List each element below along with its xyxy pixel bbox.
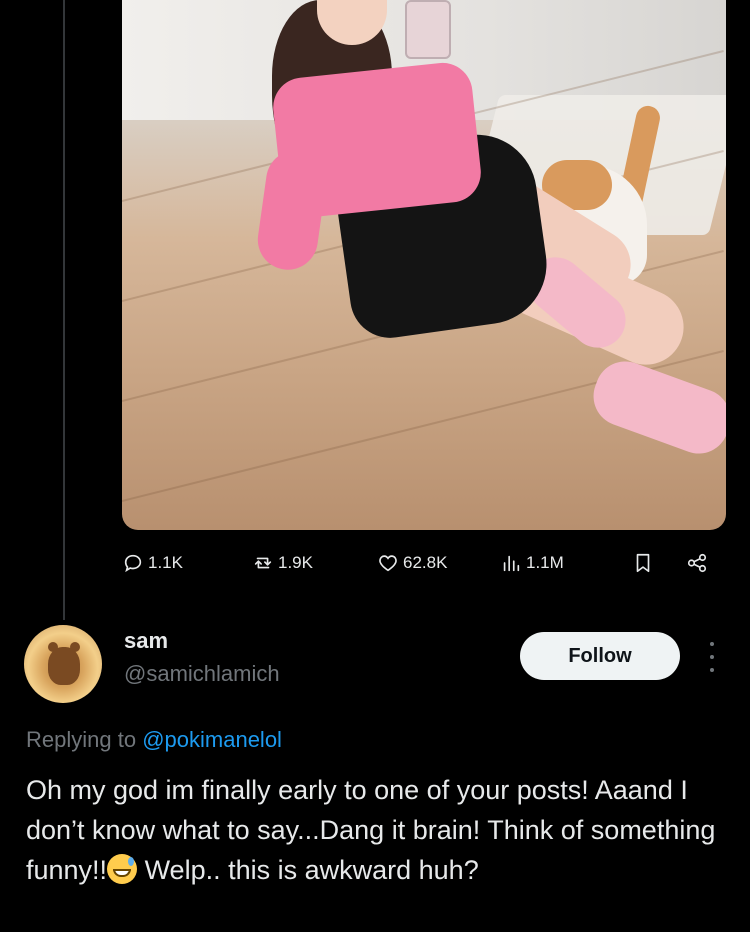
repost-icon [254, 557, 272, 569]
heart-icon [379, 555, 397, 572]
more-vertical-icon [710, 655, 714, 659]
comment-icon [124, 554, 142, 573]
like-button[interactable]: 62.8K [377, 552, 447, 574]
reply-text: Oh my god im finally early to one of you… [26, 770, 726, 890]
avatar[interactable] [24, 625, 102, 703]
replying-to-prefix: Replying to [26, 727, 137, 752]
analytics-icon [503, 555, 520, 572]
share-button[interactable] [686, 552, 708, 574]
grinning-sweat-emoji-icon [107, 854, 138, 884]
more-options-button[interactable] [702, 642, 722, 672]
image-phone [405, 0, 451, 59]
reply-handle[interactable]: @samichlamich [124, 661, 280, 687]
follow-button[interactable]: Follow [520, 632, 680, 680]
share-icon [687, 553, 707, 573]
bookmark-icon [636, 553, 650, 573]
more-vertical-icon [710, 668, 714, 672]
reply-button[interactable]: 1.1K [122, 552, 183, 574]
more-vertical-icon [710, 642, 714, 646]
thread-line [63, 0, 65, 620]
repost-count: 1.9K [278, 553, 313, 572]
replying-to-mention[interactable]: @pokimanelol [142, 727, 282, 752]
avatar-bear [48, 647, 80, 685]
replying-to-line: Replying to @pokimanelol [26, 727, 282, 753]
post-action-bar: 1.1K 1.9K 62.8K 1.1M [122, 552, 726, 582]
reply-text-part: Welp.. this is awkward huh? [137, 855, 479, 885]
reply-count: 1.1K [148, 553, 183, 572]
image-cardigan [270, 59, 484, 221]
post-image[interactable] [122, 0, 726, 530]
views-count: 1.1M [526, 553, 564, 572]
bookmark-button[interactable] [632, 552, 654, 574]
repost-button[interactable]: 1.9K [252, 552, 313, 574]
like-count: 62.8K [403, 553, 448, 572]
views-button[interactable]: 1.1M [500, 552, 564, 574]
image-sock [585, 353, 726, 462]
reply-display-name[interactable]: sam [124, 628, 168, 654]
